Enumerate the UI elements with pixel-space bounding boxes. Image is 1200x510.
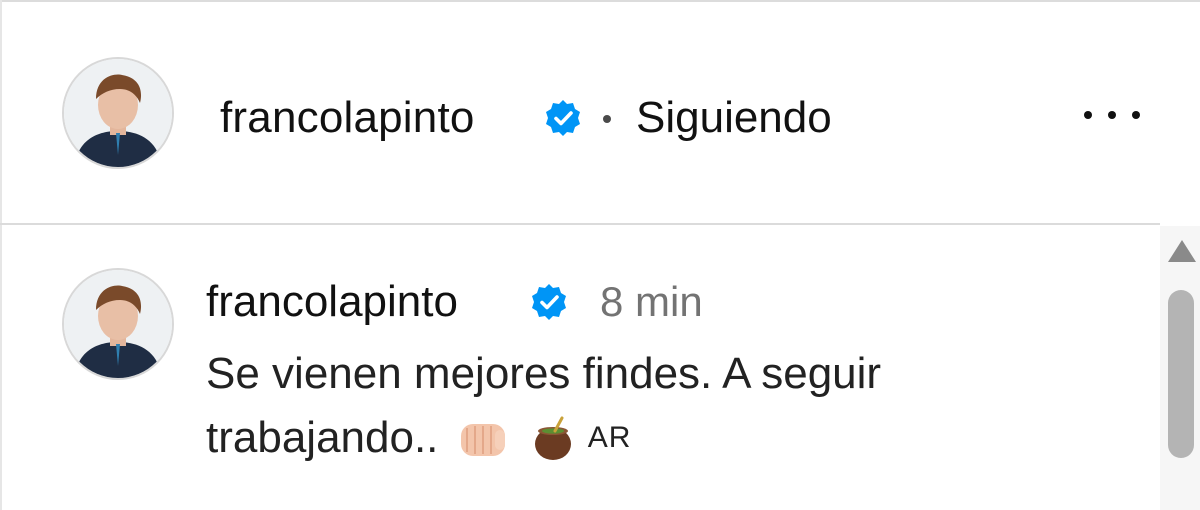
header-avatar[interactable] (62, 57, 174, 169)
header-divider (0, 223, 1160, 225)
scrollbar-thumb[interactable] (1168, 290, 1194, 458)
header-username[interactable]: francolapinto (220, 90, 475, 146)
comment-timestamp[interactable]: 8 min (600, 274, 703, 330)
fist-emoji-icon (460, 424, 505, 456)
comment-text-continued: trabajando.. (206, 413, 439, 462)
post-header: francolapinto Siguiendo (0, 2, 1160, 224)
more-options-button[interactable] (1078, 97, 1146, 133)
verified-badge-icon (546, 100, 580, 136)
follow-status-button[interactable]: Siguiendo (636, 90, 832, 146)
comment-text-line-2: trabajando.. AR (206, 406, 631, 470)
comment-username[interactable]: francolapinto (206, 274, 458, 330)
mate-emoji-icon (535, 416, 572, 460)
scrollbar[interactable] (1160, 226, 1200, 510)
comment-text-line-1: Se vienen mejores findes. A seguir (206, 349, 882, 398)
verified-badge-icon (532, 284, 566, 320)
country-flag-label: AR (587, 421, 632, 454)
scroll-up-arrow-icon[interactable] (1168, 240, 1196, 262)
separator-dot (603, 115, 611, 123)
comment-avatar[interactable] (62, 268, 174, 380)
more-horizontal-icon (1084, 111, 1092, 119)
